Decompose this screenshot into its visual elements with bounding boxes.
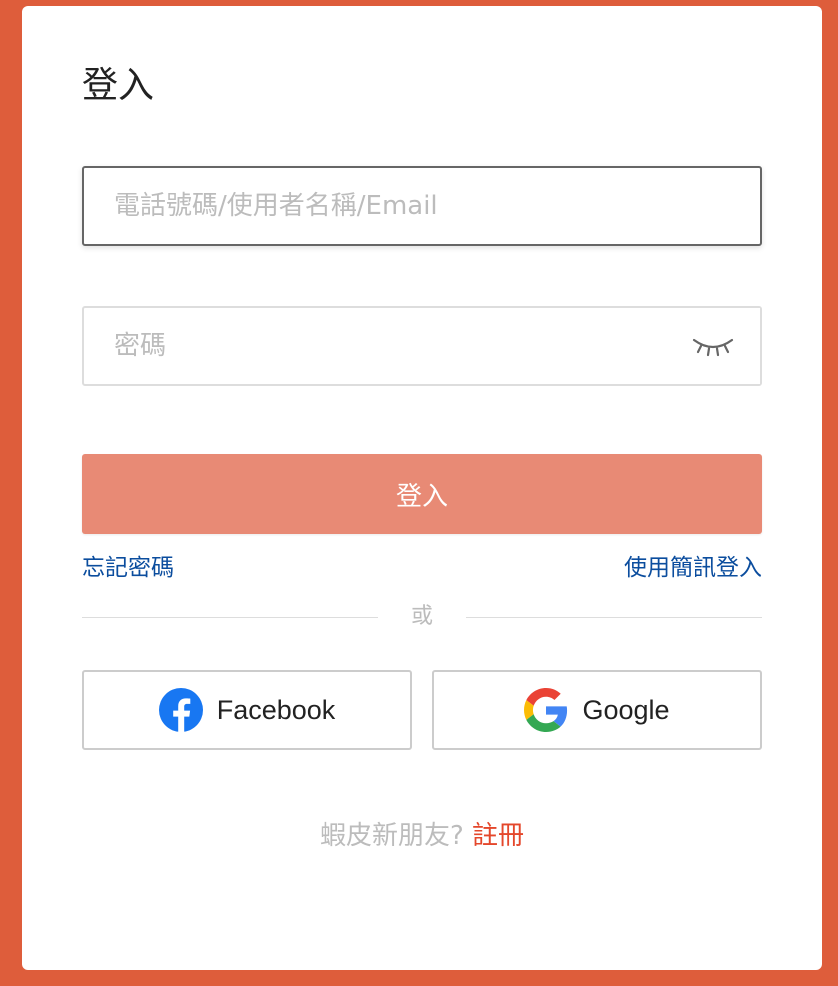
forgot-password-link[interactable]: 忘記密碼: [82, 552, 174, 584]
facebook-label: Facebook: [216, 694, 336, 725]
divider-line-left: [82, 617, 378, 618]
facebook-login-button[interactable]: Facebook: [82, 670, 412, 750]
page-title: 登入: [82, 65, 155, 106]
password-input[interactable]: [114, 308, 654, 384]
facebook-icon: [158, 688, 203, 732]
password-field[interactable]: [82, 306, 762, 386]
divider-line-right: [466, 617, 762, 618]
sms-login-link[interactable]: 使用簡訊登入: [624, 552, 762, 584]
signup-prompt: 蝦皮新朋友? 註冊: [22, 818, 822, 854]
register-link[interactable]: 註冊: [472, 821, 524, 851]
google-login-button[interactable]: Google: [432, 670, 762, 750]
username-input[interactable]: [114, 168, 654, 244]
toggle-password-visibility-button[interactable]: [666, 308, 760, 384]
login-button[interactable]: 登入: [82, 454, 762, 534]
google-icon: [524, 688, 568, 732]
google-label: Google: [582, 694, 670, 725]
username-field[interactable]: [82, 166, 762, 246]
login-card: 登入 登入 忘記密碼 使用簡訊登入 或 Facebook: [22, 6, 822, 970]
divider-text: 或: [410, 604, 433, 629]
eye-closed-icon: [692, 338, 734, 357]
signup-prompt-text: 蝦皮新朋友?: [319, 821, 464, 851]
